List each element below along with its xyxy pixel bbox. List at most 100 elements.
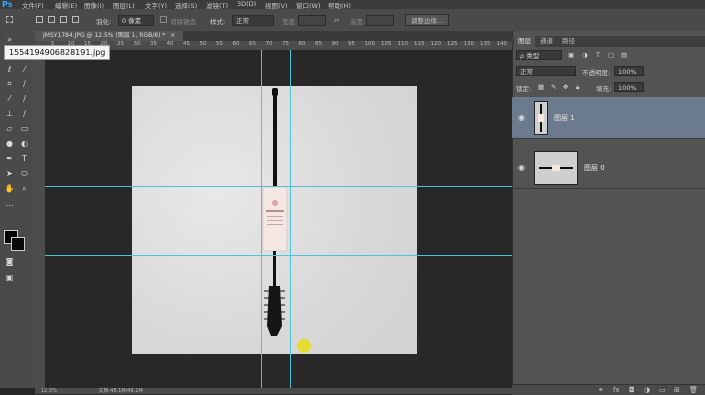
refine-edge-button[interactable]: 调整边缘...: [405, 14, 449, 26]
feather-label: 羽化:: [96, 18, 112, 26]
eraser-icon[interactable]: ▱: [4, 124, 15, 134]
status-bar: 12.5% 文档:48.1M/48.1M: [35, 388, 512, 394]
lock-label: 锁定:: [516, 85, 532, 93]
layer-thumbnail: [534, 101, 548, 135]
ruler-tick-label: 105: [381, 41, 392, 47]
ruler-tick-label: 95: [348, 41, 355, 47]
feather-input[interactable]: 0 像素: [118, 15, 154, 26]
stamp-icon[interactable]: ⊥: [4, 109, 15, 119]
width-input[interactable]: [298, 15, 326, 26]
more-tools-icon[interactable]: …: [4, 199, 15, 209]
panel-tabs: 图层 通道 路径: [512, 36, 705, 47]
document-canvas[interactable]: [132, 86, 417, 354]
quick-mask-icon[interactable]: ◙: [4, 257, 15, 267]
gradient-icon[interactable]: ▭: [19, 124, 30, 134]
screen-mode-icon[interactable]: ▣: [4, 273, 15, 283]
brush-icon[interactable]: ∕: [19, 94, 30, 104]
intersect-selection-icon[interactable]: [72, 16, 79, 23]
document-tab-title: JMSY1784.JPG @ 12.5% (图层 1, RGB/8) *: [43, 32, 166, 39]
lasso-icon[interactable]: ℓ: [4, 65, 15, 75]
layer-name[interactable]: 图层 1: [554, 113, 575, 123]
layer-name[interactable]: 图层 0: [584, 163, 605, 173]
ruler-tick-label: 35: [150, 41, 157, 47]
lock-brush-icon[interactable]: ✎: [551, 83, 556, 91]
history-brush-icon[interactable]: ∕: [19, 109, 30, 119]
toolbox: » ⬚ ✥ ℓ ⁄ ⌗ ∕ ⁄ ∕ ⊥ ∕ ▱ ▭ ● ◐ ✒ T ➤ ⬭ ✋ …: [0, 31, 36, 388]
ruler-tick-label: 45: [183, 41, 190, 47]
new-selection-icon[interactable]: [36, 16, 43, 23]
height-label: 高度:: [350, 18, 366, 26]
antialias-label: 消除锯齿: [170, 18, 196, 26]
layer-row[interactable]: ◉ 图层 0: [512, 147, 705, 189]
adjustment-layer-icon[interactable]: ◑: [644, 386, 650, 394]
marquee-tool-preset-icon[interactable]: [6, 16, 13, 23]
hand-icon[interactable]: ✋: [4, 184, 15, 194]
fill-input[interactable]: 100%: [614, 82, 644, 92]
menu-3d[interactable]: 3D(D): [237, 0, 256, 8]
lock-move-icon[interactable]: ✥: [563, 83, 568, 91]
ruler-tick-label: 30: [133, 41, 141, 47]
filter-type-icon[interactable]: T: [596, 51, 600, 59]
style-select[interactable]: 正常: [232, 15, 274, 26]
slice-icon[interactable]: ∕: [19, 79, 30, 89]
crop-icon[interactable]: ⌗: [4, 79, 15, 89]
layer-row[interactable]: ◉ 图层 1: [512, 97, 705, 139]
guide-vertical[interactable]: [290, 50, 291, 388]
eyedropper-icon[interactable]: ⁄: [4, 94, 15, 104]
menu-bar: Ps 文件(F) 编辑(E) 图像(I) 图层(L) 文字(Y) 选择(S) 滤…: [0, 0, 705, 10]
guide-horizontal[interactable]: [45, 186, 512, 187]
vertical-ruler[interactable]: [35, 50, 45, 388]
background-color-swatch[interactable]: [11, 237, 25, 251]
lock-all-icon[interactable]: 🔒︎: [576, 83, 579, 92]
document-tab[interactable]: JMSY1784.JPG @ 12.5% (图层 1, RGB/8) * ×: [35, 31, 183, 41]
ruler-tick-label: 60: [232, 41, 240, 47]
close-icon[interactable]: ×: [170, 32, 175, 39]
zoom-readout[interactable]: 12.5%: [41, 388, 57, 394]
path-select-icon[interactable]: ➤: [4, 169, 15, 179]
antialias-checkbox[interactable]: [160, 16, 167, 23]
ruler-tick-label: 90: [331, 41, 339, 47]
filter-adjust-icon[interactable]: ◑: [582, 51, 588, 59]
ruler-tick-label: 75: [282, 41, 289, 47]
guide-vertical[interactable]: [261, 50, 262, 388]
blend-mode-select[interactable]: 正常: [516, 66, 576, 76]
ruler-tick-label: 125: [447, 41, 458, 47]
tab-paths[interactable]: 路径: [558, 36, 579, 47]
tab-layers[interactable]: 图层: [514, 36, 535, 47]
eye-icon[interactable]: ◉: [518, 113, 525, 122]
layer-kind-filter[interactable]: ρ 类型: [516, 50, 562, 60]
trash-icon[interactable]: 🗑︎: [689, 386, 698, 394]
ruler-tick-label: 85: [315, 41, 322, 47]
new-layer-icon[interactable]: ⊞: [674, 386, 680, 394]
ruler-tick-label: 50: [199, 41, 207, 47]
filter-pixel-icon[interactable]: ▣: [568, 51, 574, 59]
lock-transparent-icon[interactable]: ▦: [538, 83, 544, 91]
ruler-tick-label: 55: [216, 41, 223, 47]
subtract-selection-icon[interactable]: [60, 16, 67, 23]
add-mask-icon[interactable]: ◘: [629, 386, 635, 394]
filter-shape-icon[interactable]: ▢: [608, 51, 614, 59]
shape-icon[interactable]: ⬭: [19, 169, 30, 179]
filter-smart-icon[interactable]: ▤: [621, 51, 627, 59]
layer-thumbnail: [534, 151, 578, 185]
height-input[interactable]: [366, 15, 394, 26]
pen-icon[interactable]: ✒: [4, 154, 15, 164]
mascara-product-image: [262, 88, 288, 336]
default-colors-icon[interactable]: [3, 225, 14, 235]
new-group-icon[interactable]: ▭: [659, 386, 666, 394]
swap-icon[interactable]: ⇄: [334, 16, 339, 24]
dodge-icon[interactable]: ◐: [19, 139, 30, 149]
blur-icon[interactable]: ●: [4, 139, 15, 149]
collapse-arrows-icon[interactable]: »: [4, 35, 15, 45]
ruler-tick-label: 70: [265, 41, 273, 47]
link-layers-icon[interactable]: ⚭: [598, 386, 604, 394]
guide-horizontal[interactable]: [45, 255, 512, 256]
opacity-input[interactable]: 100%: [614, 66, 644, 76]
eye-icon[interactable]: ◉: [518, 163, 525, 172]
zoom-icon[interactable]: ⌕: [19, 184, 30, 194]
add-selection-icon[interactable]: [48, 16, 55, 23]
layer-style-icon[interactable]: fx: [613, 386, 620, 394]
magic-wand-icon[interactable]: ⁄: [19, 65, 30, 75]
type-icon[interactable]: T: [19, 154, 30, 164]
tab-channels[interactable]: 通道: [536, 36, 557, 47]
